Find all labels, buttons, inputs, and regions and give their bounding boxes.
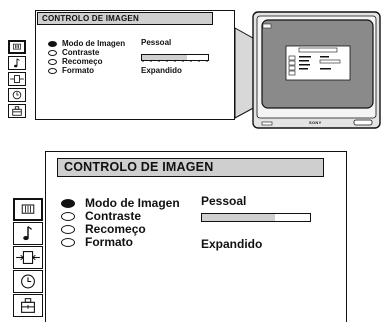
contrast-level-fill: [202, 214, 276, 221]
menu-title-large: CONTROLO DE IMAGEN: [57, 158, 324, 177]
menu-item-reset[interactable]: Recomeço: [61, 222, 146, 236]
icon-column-large: [13, 198, 43, 322]
menu-item-contrast[interactable]: Contraste: [61, 209, 141, 223]
picture-mode-value: Pessoal: [201, 194, 247, 208]
menu-item-format[interactable]: Formato: [61, 235, 133, 249]
setup-icon[interactable]: [13, 294, 43, 317]
tv-illustration: [0, 0, 386, 150]
radio-icon: [61, 211, 75, 221]
sound-icon[interactable]: [13, 222, 43, 245]
tv-brand-logo: SONY: [309, 120, 322, 125]
menu-item-label: Contraste: [85, 209, 142, 223]
menu-item-label: Recomeço: [85, 222, 146, 236]
picture-menu-icon[interactable]: [13, 198, 43, 221]
menu-item-label: Formato: [85, 235, 133, 249]
format-value: Expandido: [201, 237, 263, 251]
menu-title-text: CONTROLO DE IMAGEN: [64, 160, 214, 174]
menu-item-label: Modo de Imagen: [85, 196, 180, 210]
selected-radio-icon: [61, 198, 75, 208]
radio-icon: [61, 224, 75, 234]
radio-icon: [61, 237, 75, 247]
timer-icon[interactable]: [13, 270, 43, 293]
screen-adjust-icon[interactable]: [13, 246, 43, 269]
menu-item-picture-mode[interactable]: Modo de Imagen: [61, 196, 180, 210]
contrast-slider[interactable]: [201, 213, 311, 222]
